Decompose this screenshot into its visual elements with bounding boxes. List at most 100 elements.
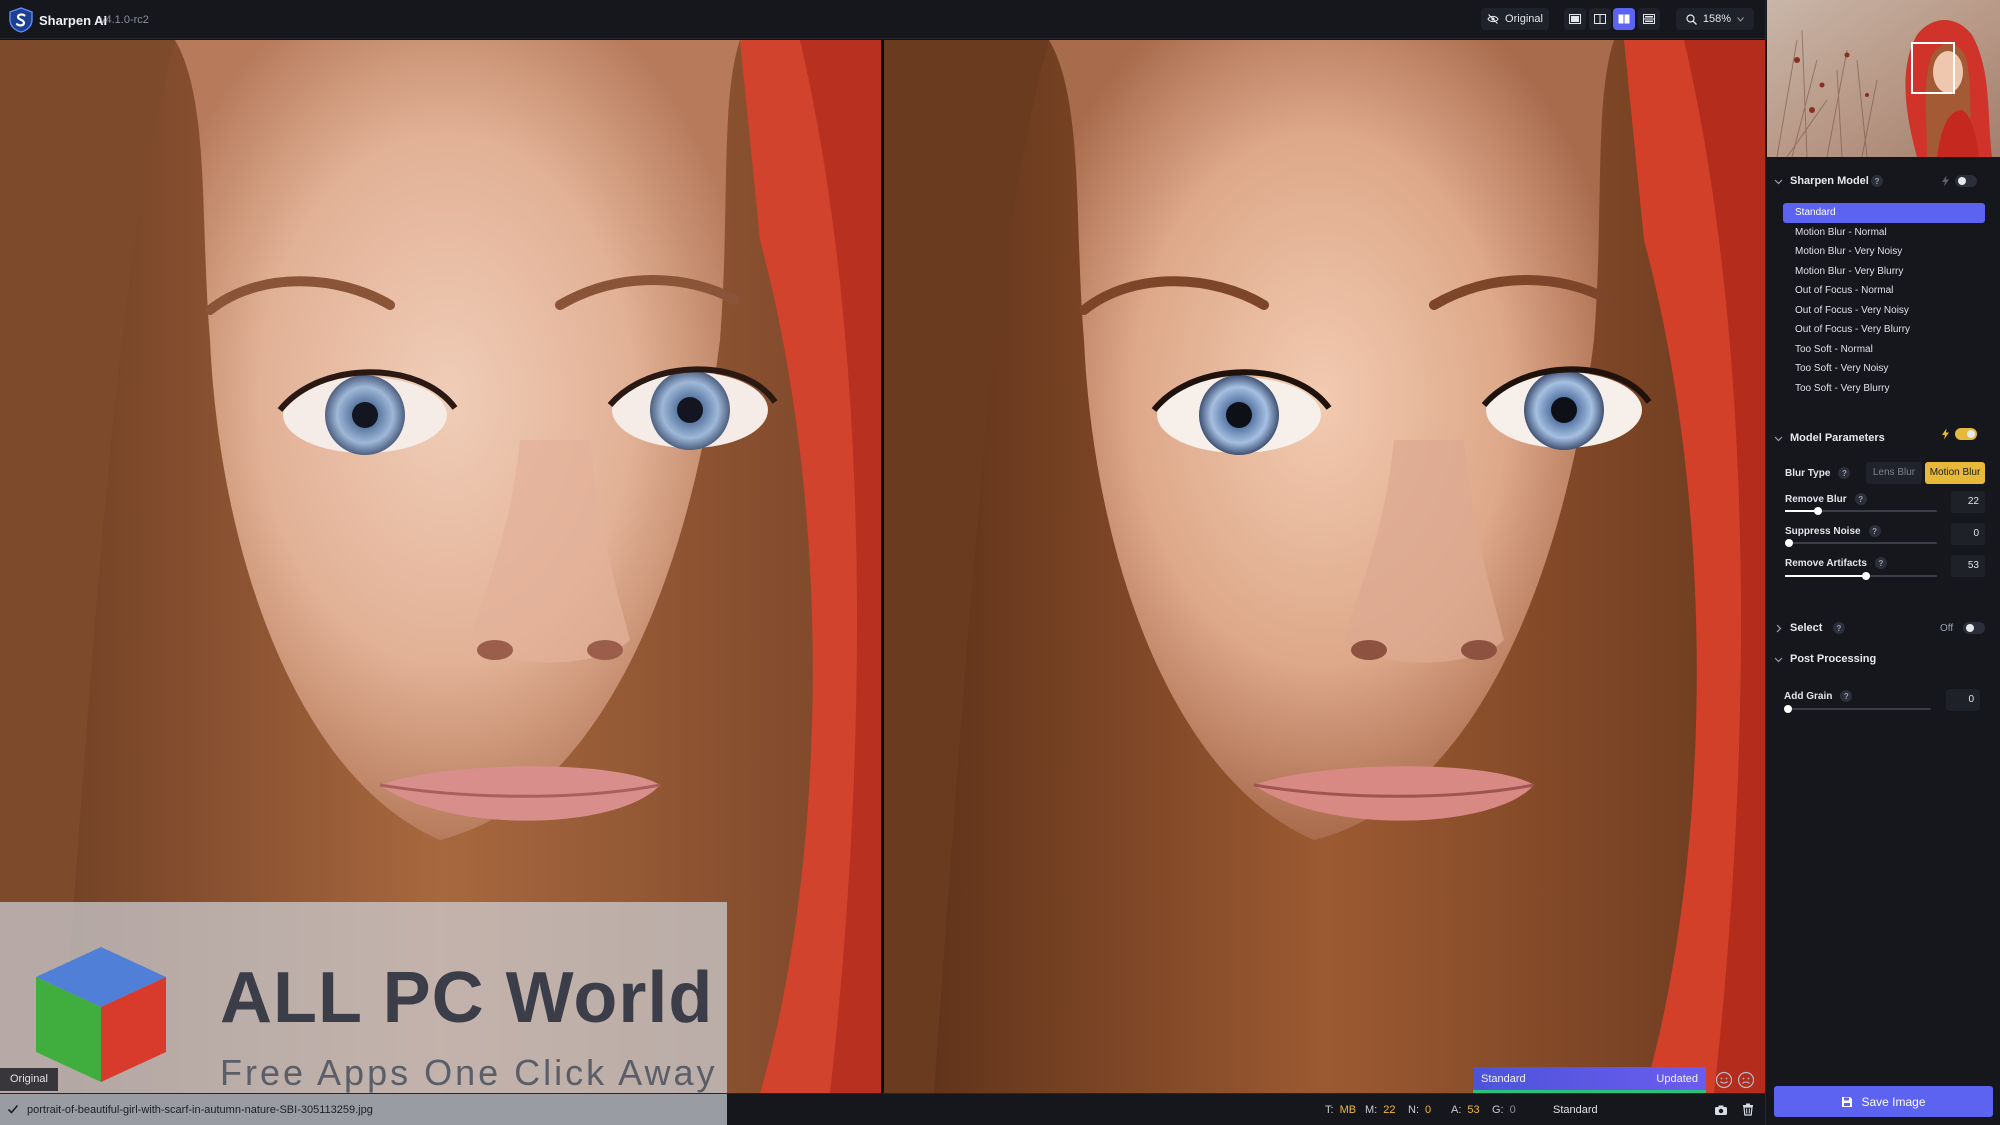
slider-thumb[interactable] xyxy=(1861,572,1870,580)
watermark-title: ALL PC World xyxy=(220,958,714,1038)
side-by-side-view-button[interactable] xyxy=(1613,8,1635,30)
auto-bolt-icon xyxy=(1942,175,1949,187)
sharpen-model-auto-toggle[interactable] xyxy=(1955,175,1977,187)
help-icon[interactable]: ? xyxy=(1838,467,1851,479)
add-grain-slider[interactable] xyxy=(1784,705,1931,713)
file-entry[interactable]: portrait-of-beautiful-girl-with-scarf-in… xyxy=(0,1094,727,1125)
model-item[interactable]: Motion Blur - Normal xyxy=(1783,223,1985,243)
save-image-button[interactable]: Save Image xyxy=(1774,1086,1993,1117)
post-processing-header[interactable]: Post Processing xyxy=(1766,649,2000,669)
chevron-down-icon xyxy=(1774,179,1783,184)
result-model-strip[interactable]: Standard Updated xyxy=(1473,1067,1706,1093)
help-icon[interactable]: ? xyxy=(1868,525,1881,537)
remove-blur-value[interactable]: 22 xyxy=(1951,491,1985,513)
help-icon[interactable]: ? xyxy=(1840,690,1853,702)
right-sidebar: Sharpen Model ? Standard Motion Blur - No… xyxy=(1765,0,2000,1125)
zoom-icon xyxy=(1686,13,1697,25)
section-title: Model Parameters xyxy=(1790,432,1885,444)
processed-image-panel[interactable] xyxy=(884,40,1765,1093)
model-item[interactable]: Out of Focus - Very Blurry xyxy=(1783,320,1985,340)
lens-blur-option[interactable]: Lens Blur xyxy=(1866,462,1922,484)
slider-thumb[interactable] xyxy=(1785,539,1793,547)
blur-type-label: Blur Type ? xyxy=(1785,467,1851,479)
remove-artifacts-label: Remove Artifacts ? xyxy=(1785,557,1887,569)
chevron-down-icon xyxy=(1774,436,1783,441)
zoom-control[interactable]: 158% xyxy=(1676,8,1754,30)
select-header[interactable]: Select ? xyxy=(1766,618,2000,638)
chevron-right-icon xyxy=(1776,624,1782,632)
remove-artifacts-slider[interactable] xyxy=(1785,572,1937,580)
help-icon[interactable]: ? xyxy=(1871,175,1883,187)
remove-blur-slider[interactable] xyxy=(1785,507,1937,515)
navigator-photo xyxy=(1767,0,2000,157)
checkmark-icon xyxy=(7,1104,19,1114)
file-name: portrait-of-beautiful-girl-with-scarf-in… xyxy=(27,1104,373,1116)
model-item[interactable]: Standard xyxy=(1783,203,1985,223)
stat-g: G: 0 xyxy=(1492,1104,1516,1116)
model-item[interactable]: Motion Blur - Very Noisy xyxy=(1783,242,1985,262)
navigator-viewport-box[interactable] xyxy=(1911,42,1955,94)
help-icon[interactable]: ? xyxy=(1833,622,1845,634)
result-status: Updated xyxy=(1656,1072,1698,1085)
eye-off-icon xyxy=(1487,14,1499,24)
add-grain-value[interactable]: 0 xyxy=(1946,689,1980,711)
single-view-button[interactable] xyxy=(1564,8,1586,30)
suppress-noise-slider[interactable] xyxy=(1785,539,1937,547)
save-icon xyxy=(1842,1096,1853,1107)
model-item[interactable]: Too Soft - Normal xyxy=(1783,340,1985,360)
motion-blur-option[interactable]: Motion Blur xyxy=(1925,462,1985,484)
slider-thumb[interactable] xyxy=(1814,507,1823,515)
select-toggle[interactable] xyxy=(1963,622,1985,634)
slider-thumb[interactable] xyxy=(1784,705,1792,713)
frown-face-icon[interactable] xyxy=(1737,1071,1755,1089)
model-list: Standard Motion Blur - Normal Motion Blur … xyxy=(1783,203,1985,398)
watermark-cube-logo xyxy=(36,947,166,1082)
zoom-level: 158% xyxy=(1702,13,1732,25)
smile-face-icon[interactable] xyxy=(1715,1071,1733,1089)
comparison-view-button[interactable] xyxy=(1638,8,1660,30)
split-view-button[interactable] xyxy=(1589,8,1611,30)
add-grain-label: Add Grain ? xyxy=(1784,690,1853,702)
model-item[interactable]: Out of Focus - Normal xyxy=(1783,281,1985,301)
stat-n: N: 0 xyxy=(1408,1104,1432,1116)
side-by-side-icon xyxy=(1618,14,1630,24)
status-model-name: Standard xyxy=(1553,1104,1598,1116)
trash-icon[interactable] xyxy=(1741,1102,1755,1116)
model-item[interactable]: Out of Focus - Very Noisy xyxy=(1783,301,1985,321)
model-item[interactable]: Too Soft - Very Noisy xyxy=(1783,359,1985,379)
auto-bolt-icon xyxy=(1942,428,1949,440)
save-image-label: Save Image xyxy=(1861,1094,1926,1109)
stat-m: M: 22 xyxy=(1365,1104,1396,1116)
result-model-name: Standard xyxy=(1481,1072,1526,1085)
original-toggle-label: Original xyxy=(1505,13,1543,25)
select-state-label: Off xyxy=(1940,623,1954,634)
status-bar: portrait-of-beautiful-girl-with-scarf-in… xyxy=(0,1093,1765,1125)
chevron-down-icon xyxy=(1774,657,1783,662)
sharpen-model-header[interactable]: Sharpen Model ? xyxy=(1766,171,2000,191)
model-parameters-auto-toggle[interactable] xyxy=(1955,428,1977,440)
grid-view-icon xyxy=(1643,14,1655,24)
sharpen-ai-window: Sharpen AI v4.1.0-rc2 Original 158% ALL … xyxy=(0,0,2000,1125)
watermark-tagline: Free Apps One Click Away xyxy=(220,1052,718,1093)
camera-icon[interactable] xyxy=(1714,1103,1728,1117)
model-item[interactable]: Too Soft - Very Blurry xyxy=(1783,379,1985,399)
navigator-thumbnail[interactable] xyxy=(1767,0,2000,157)
original-toggle-button[interactable]: Original xyxy=(1481,8,1549,30)
remove-artifacts-value[interactable]: 53 xyxy=(1951,555,1985,577)
remove-blur-label: Remove Blur ? xyxy=(1785,493,1867,505)
model-parameters-header[interactable]: Model Parameters xyxy=(1766,428,2000,448)
slider-fill xyxy=(1785,510,1819,512)
suppress-noise-value[interactable]: 0 xyxy=(1951,523,1985,545)
help-icon[interactable]: ? xyxy=(1854,493,1867,505)
suppress-noise-label: Suppress Noise ? xyxy=(1785,525,1881,537)
model-item[interactable]: Motion Blur - Very Blurry xyxy=(1783,262,1985,282)
portrait-photo-processed xyxy=(884,40,1765,1093)
chevron-down-icon xyxy=(1737,16,1744,22)
watermark-overlay: ALL PC World Free Apps One Click Away xyxy=(0,902,727,1093)
app-title: Sharpen AI xyxy=(39,13,108,28)
help-icon[interactable]: ? xyxy=(1874,557,1887,569)
stat-t: T: MB xyxy=(1325,1104,1357,1116)
stat-a: A: 53 xyxy=(1451,1104,1480,1116)
section-title: Post Processing xyxy=(1790,653,1877,665)
original-image-panel[interactable]: ALL PC World Free Apps One Click Away xyxy=(0,40,881,1093)
